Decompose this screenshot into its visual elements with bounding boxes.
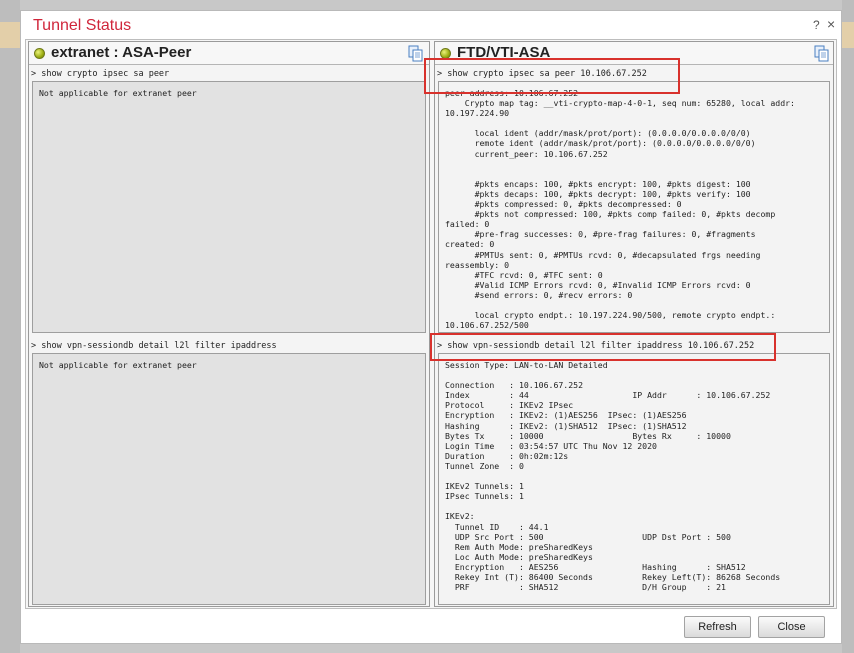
session-command-label: > show vpn-sessiondb detail l2l filter i… [31,341,277,351]
copy-icon[interactable] [813,45,830,62]
peer-header-left: extranet : ASA-Peer [29,42,429,65]
copy-icon[interactable] [407,45,424,62]
close-button[interactable]: Close [758,616,825,638]
background-left [0,0,20,653]
ipsec-output-panel[interactable]: Not applicable for extranet peer [32,81,426,333]
close-icon[interactable]: × [827,16,835,32]
peer-column-left: extranet : ASA-Peer > show crypto ipsec … [28,41,430,607]
session-output-panel[interactable]: Session Type: LAN-to-LAN Detailed Connec… [438,353,830,605]
session-output-panel[interactable]: Not applicable for extranet peer [32,353,426,605]
status-led-icon [34,48,45,59]
highlight-session-command [430,333,776,361]
help-icon[interactable]: ? [813,18,820,32]
session-output-text: Not applicable for extranet peer [39,360,197,370]
peer-name: extranet : ASA-Peer [51,44,192,61]
ipsec-output-text: Not applicable for extranet peer [39,88,197,98]
dialog-title: Tunnel Status [33,17,132,34]
refresh-button[interactable]: Refresh [684,616,751,638]
peers-container: extranet : ASA-Peer > show crypto ipsec … [25,39,837,609]
tunnel-status-dialog: Tunnel Status ? × extranet : ASA-Peer > … [20,10,842,644]
ipsec-command-label: > show crypto ipsec sa peer [31,69,170,79]
session-output-text: Session Type: LAN-to-LAN Detailed Connec… [445,360,781,593]
ipsec-output-text: peer address: 10.106.67.252 Crypto map t… [445,88,795,331]
background-right [842,0,854,653]
peer-column-right: FTD/VTI-ASA > show crypto ipsec sa peer … [434,41,834,607]
highlight-ipsec-command [424,58,680,94]
ipsec-output-panel[interactable]: peer address: 10.106.67.252 Crypto map t… [438,81,830,333]
